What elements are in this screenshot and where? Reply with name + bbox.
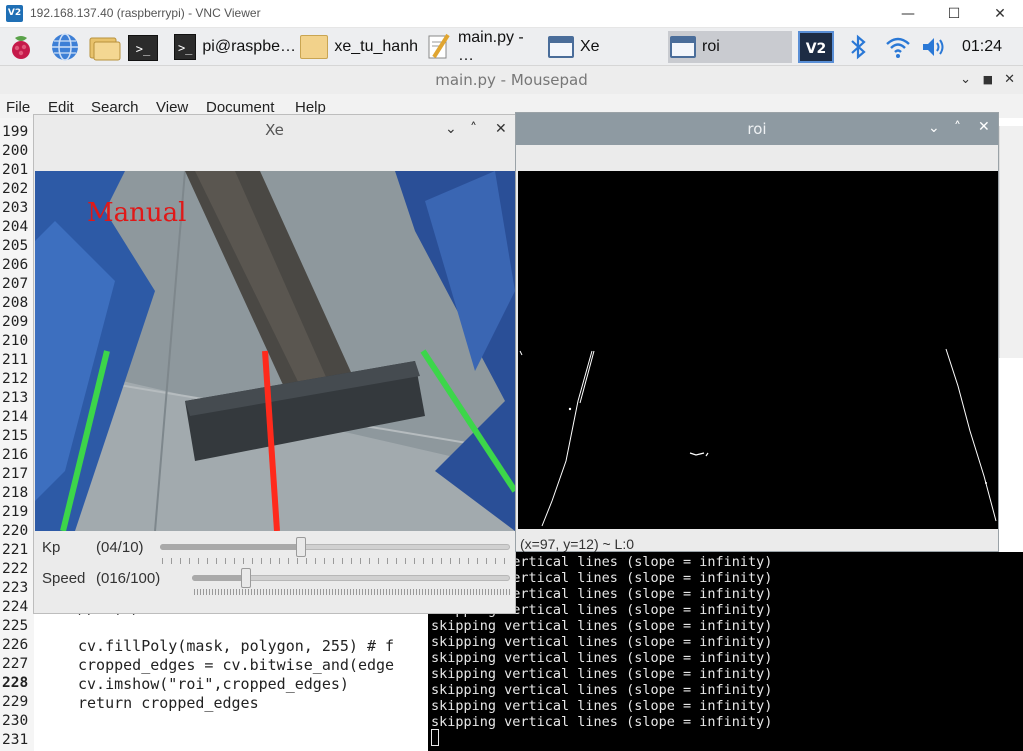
volume-icon[interactable] (920, 34, 948, 60)
window-icon (548, 36, 574, 58)
kp-slider-ticks (162, 558, 510, 564)
chevron-down-icon[interactable]: ⌄ (928, 120, 940, 136)
speed-slider-thumb[interactable] (241, 568, 251, 588)
vnc-window-title: 192.168.137.40 (raspberrypi) - VNC Viewe… (30, 6, 261, 20)
roi-window: roi ⌄ ˄ ✕ (x=97, y=12) ~ L:0 (515, 112, 999, 552)
terminal-icon: >_ (128, 35, 158, 61)
kp-slider-fill (160, 544, 300, 550)
terminal-line: skipping vertical lines (slope = infinit… (431, 698, 773, 714)
terminal-line: skipping vertical lines (slope = infinit… (431, 618, 773, 634)
wifi-icon[interactable] (884, 34, 912, 60)
close-icon[interactable]: ✕ (1004, 66, 1015, 94)
menu-file[interactable]: File (6, 99, 30, 116)
vnc-logo-icon: V2 (6, 5, 23, 22)
task-label: roi (702, 38, 720, 55)
kp-value: (04/10) (96, 539, 144, 556)
close-button[interactable]: ✕ (977, 0, 1023, 28)
terminal-cursor (431, 729, 439, 746)
code-line: cropped_edges = cv.bitwise_and(edge (78, 656, 395, 674)
terminal-output[interactable]: skipping vertical lines (slope = infinit… (428, 552, 1023, 751)
code-line: cv.imshow("roi",cropped_edges) (78, 675, 349, 693)
speed-slider-fill (192, 575, 244, 581)
chevron-up-icon[interactable]: ˄ (470, 121, 477, 137)
terminal-line: skipping vertical lines (slope = infinit… (431, 682, 773, 698)
kp-slider-thumb[interactable] (296, 537, 306, 557)
text-editor-icon (428, 33, 450, 59)
window-icon (670, 36, 696, 58)
terminal-launcher[interactable]: >_ (126, 32, 158, 64)
kp-label: Kp (42, 539, 61, 556)
xe-window-title: Xe (265, 121, 284, 139)
speed-value: (016/100) (96, 570, 161, 587)
close-icon[interactable]: ✕ (495, 121, 507, 137)
task-label: pi@raspbe… (202, 38, 296, 55)
file-manager-icon[interactable] (88, 32, 122, 62)
web-browser-icon[interactable] (50, 32, 80, 62)
task-mousepad[interactable]: main.py - … (424, 29, 544, 64)
task-label: Xe (580, 38, 600, 55)
task-roi[interactable]: roi (668, 31, 792, 63)
folder-icon (300, 35, 329, 59)
task-label: main.py - … (457, 29, 524, 64)
camera-view: Manual (35, 171, 515, 531)
task-xe[interactable]: Xe (546, 31, 664, 63)
speed-slider-ticks (194, 589, 510, 595)
maximize-icon[interactable]: ■ (983, 66, 993, 94)
vnc-title-bar: V2 192.168.137.40 (raspberrypi) - VNC Vi… (0, 0, 1023, 28)
mode-overlay-text: Manual (87, 198, 186, 228)
close-icon[interactable]: ✕ (978, 119, 990, 135)
camera-frame: Manual (35, 171, 515, 531)
vnc-tray-icon[interactable]: V2 (798, 31, 834, 63)
roi-edge-lines (519, 348, 997, 527)
terminal-line: skipping vertical lines (slope = infinit… (431, 666, 773, 682)
code-line: cv.fillPoly(mask, polygon, 255) # f (78, 637, 395, 655)
terminal-line: skipping vertical lines (slope = infinit… (431, 650, 773, 666)
terminal-icon: >_ (174, 34, 197, 60)
raspberry-menu-icon[interactable] (6, 32, 36, 62)
bluetooth-icon[interactable] (846, 34, 870, 60)
roi-edge-image (518, 171, 998, 529)
taskbar: >_ >_ pi@raspbe… xe_tu_hanh main.py - … … (0, 28, 1023, 66)
chevron-down-icon[interactable]: ⌄ (960, 66, 971, 94)
code-line: return cropped_edges (78, 694, 259, 712)
minimize-button[interactable]: — (885, 0, 931, 28)
terminal-line: skipping vertical lines (slope = infinit… (431, 714, 773, 730)
task-file-manager[interactable]: xe_tu_hanh (298, 31, 418, 63)
roi-window-title: roi (747, 120, 767, 138)
roi-title-bar: roi ⌄ ˄ ✕ (516, 113, 998, 145)
task-terminal[interactable]: >_ pi@raspbe… (172, 31, 296, 63)
chevron-up-icon[interactable]: ˄ (954, 120, 961, 136)
mousepad-title-bar: main.py - Mousepad ⌄ ■ ✕ (0, 66, 1023, 94)
task-label: xe_tu_hanh (334, 38, 418, 55)
maximize-button[interactable]: ☐ (931, 0, 977, 28)
chevron-down-icon[interactable]: ⌄ (445, 121, 457, 137)
terminal-line: skipping vertical lines (slope = infinit… (431, 634, 773, 650)
xe-window: Xe ⌄ ˄ ✕ Manual Kp (04/10) Speed (016/10… (33, 114, 516, 614)
mousepad-title: main.py - Mousepad (435, 71, 588, 89)
speed-label: Speed (42, 570, 86, 587)
clock: 01:24 (962, 38, 1003, 55)
background-window-edge (999, 126, 1023, 358)
roi-status-bar: (x=97, y=12) ~ L:0 (520, 536, 635, 552)
